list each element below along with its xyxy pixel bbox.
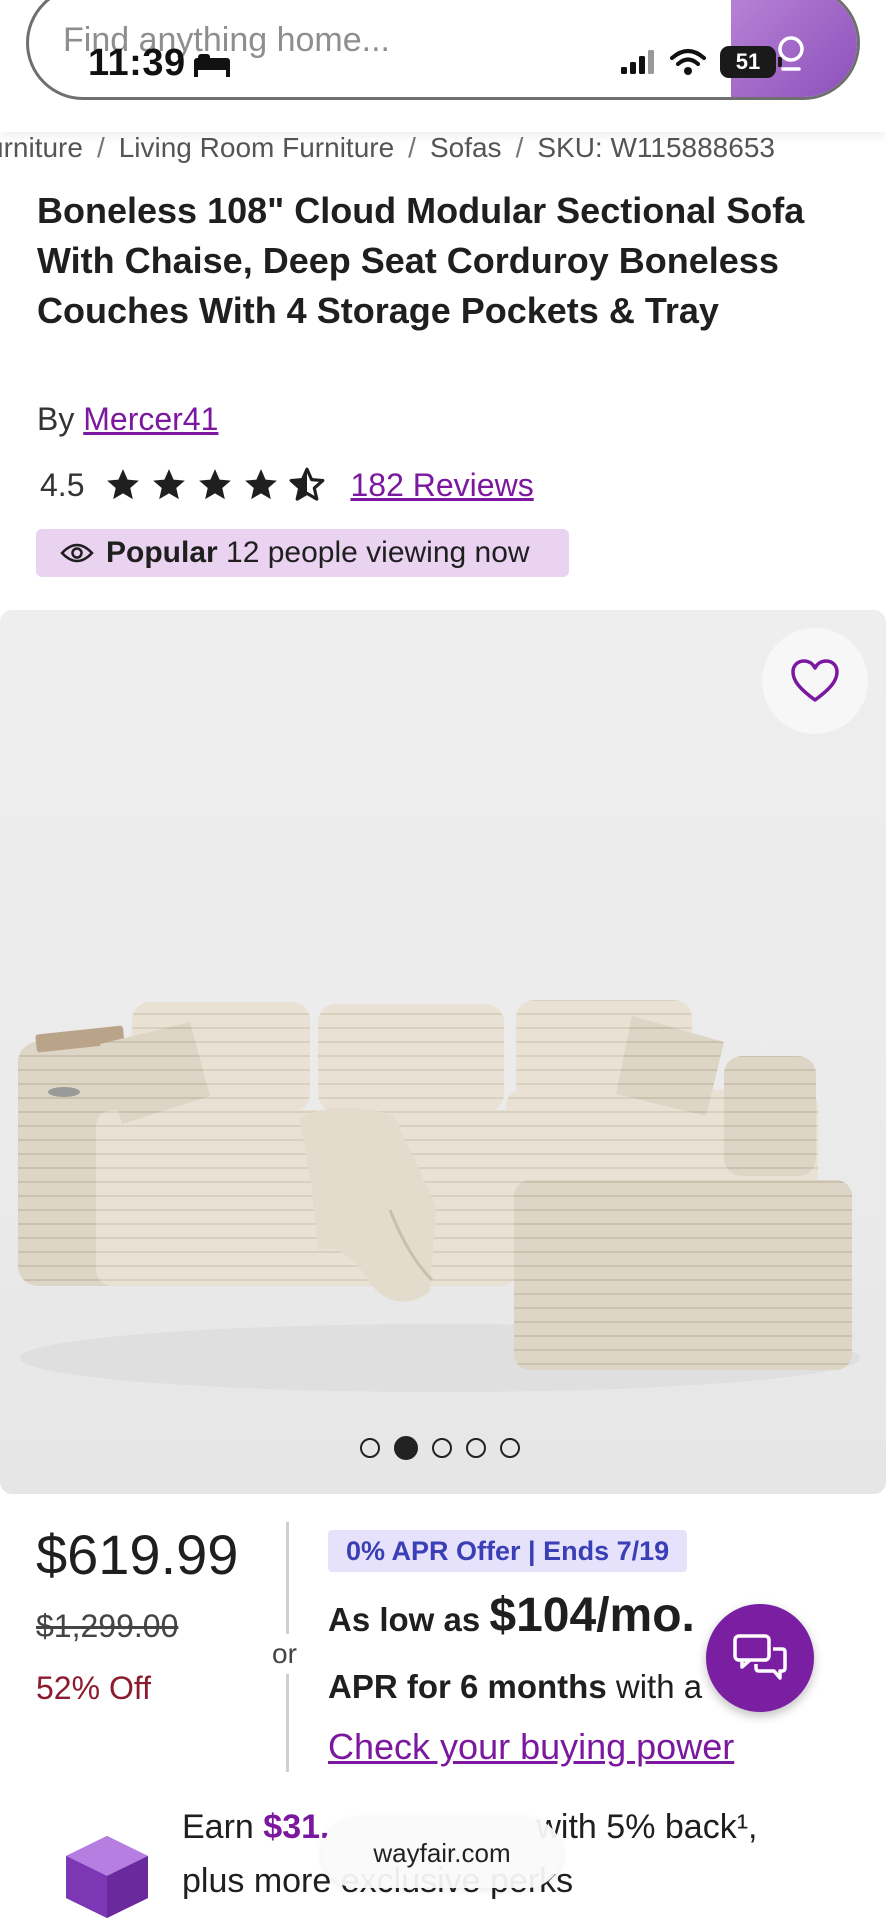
- carousel-dots: [360, 1436, 520, 1460]
- heart-icon: [791, 659, 839, 702]
- battery-level: 51: [735, 49, 761, 74]
- top-bar: Find anything home... 11:39 51: [0, 0, 886, 132]
- chat-bubbles-icon: [733, 1634, 787, 1680]
- wifi-icon: [670, 49, 706, 75]
- popular-text: 12 people viewing now: [226, 536, 530, 569]
- carousel-dot[interactable]: [432, 1438, 452, 1458]
- rewards-gem-icon: [66, 1836, 148, 1918]
- rating-row: 4.5 182 Reviews: [40, 466, 534, 504]
- popular-label: Popular: [106, 536, 218, 569]
- star-full-icon: [153, 469, 186, 500]
- or-label: or: [272, 1634, 297, 1674]
- status-time: 11:39: [88, 42, 186, 84]
- breadcrumb: urniture / Living Room Furniture / Sofas…: [0, 132, 775, 164]
- battery-icon: 51: [720, 46, 782, 78]
- breadcrumb-item-sofas[interactable]: Sofas: [430, 132, 502, 164]
- apr-terms-line: APR for 6 months with a: [328, 1668, 702, 1706]
- reviews-link[interactable]: 182 Reviews: [350, 467, 533, 504]
- buying-power-link[interactable]: Check your buying power: [328, 1726, 734, 1768]
- earn-prefix: Earn: [182, 1808, 254, 1846]
- breadcrumb-separator: /: [515, 132, 524, 163]
- product-title: Boneless 108" Cloud Modular Sectional So…: [37, 190, 805, 331]
- breadcrumb-separator: /: [96, 132, 105, 163]
- apr-offer-badge: 0% APR Offer | Ends 7/19: [328, 1530, 688, 1572]
- breadcrumb-separator: /: [408, 132, 416, 163]
- by-label: By: [37, 401, 75, 437]
- earn-amount: $31.: [263, 1808, 330, 1846]
- breadcrumb-item-furniture[interactable]: urniture: [0, 132, 83, 164]
- carousel-dot[interactable]: [466, 1438, 486, 1458]
- monthly-amount: $104/mo.: [489, 1589, 695, 1642]
- financing-line: As low as $104/mo.: [328, 1588, 695, 1643]
- carousel-dot-active[interactable]: [394, 1436, 418, 1460]
- original-price: $1,299.00: [36, 1608, 179, 1644]
- product-image-gallery[interactable]: [0, 610, 886, 1494]
- brand-byline: By Mercer41: [37, 401, 218, 438]
- carousel-dot[interactable]: [360, 1438, 380, 1458]
- product-photo-sectional-sofa: [18, 1000, 860, 1392]
- apr-terms-rest: with a: [615, 1668, 703, 1705]
- star-full-icon: [245, 469, 278, 500]
- popular-badge: Popular 12 people viewing now: [36, 529, 569, 577]
- carousel-dot[interactable]: [500, 1438, 520, 1458]
- favorite-button[interactable]: [762, 628, 868, 734]
- url-text: wayfair.com: [373, 1837, 511, 1868]
- breadcrumb-sku: SKU: W115888653: [537, 132, 775, 163]
- discount-label: 52% Off: [36, 1670, 152, 1706]
- star-full-icon: [107, 469, 140, 500]
- chat-button[interactable]: [706, 1604, 814, 1712]
- star-rating: [104, 466, 326, 504]
- rating-value: 4.5: [40, 466, 85, 503]
- star-full-icon: [199, 469, 232, 500]
- brand-link[interactable]: Mercer41: [83, 401, 218, 437]
- breadcrumb-item-living-room[interactable]: Living Room Furniture: [119, 132, 394, 164]
- sale-price: $619.99: [36, 1523, 239, 1586]
- eye-icon: [60, 543, 94, 563]
- low-prefix: As low as: [328, 1601, 481, 1638]
- star-half-icon: [290, 467, 325, 501]
- sleep-focus-icon: [194, 54, 230, 77]
- search-icon: [778, 36, 804, 71]
- status-indicators: 51: [620, 46, 782, 78]
- cellular-signal-icon: [621, 50, 654, 74]
- browser-url-pill[interactable]: wayfair.com: [322, 1818, 562, 1888]
- apr-terms-bold: APR for 6 months: [328, 1668, 607, 1705]
- earn-suffix: with 5% back¹,: [536, 1808, 758, 1846]
